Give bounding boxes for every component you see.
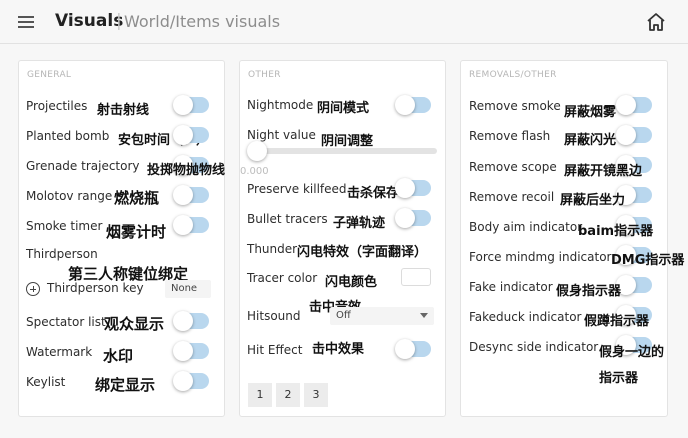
preserve-killfeed-label: Preserve killfeed (247, 182, 347, 196)
watermark-toggle[interactable] (173, 341, 209, 361)
thirdperson-key-label: Thirdperson key (47, 281, 144, 295)
keylist-label: Keylist (26, 375, 66, 389)
fake-indicator-note: 假身指示器 (556, 284, 622, 299)
fake-indicator-label: Fake indicator (469, 280, 553, 294)
smoke-timer-toggle[interactable] (173, 215, 209, 235)
desync-side-indicator-note-2: 指示器 (599, 371, 639, 386)
hitsound-label: Hitsound (247, 309, 301, 323)
page-subtitle: World/Items visuals (124, 12, 281, 31)
hit-effect-toggle[interactable] (395, 339, 431, 359)
spectator-list-toggle[interactable] (173, 311, 209, 331)
removals-panel-header: REMOVALS/OTHER (469, 70, 557, 80)
page-button-2[interactable]: 2 (276, 383, 300, 407)
remove-recoil-note: 屏蔽后坐力 (560, 193, 626, 208)
molotov-range-note: 燃烧瓶 (114, 189, 160, 207)
keylist-toggle[interactable] (173, 371, 209, 391)
desync-side-indicator-label: Desync side indicator (469, 340, 599, 354)
molotov-range-label: Molotov range (26, 189, 113, 203)
remove-flash-toggle[interactable] (616, 125, 652, 145)
smoke-timer-note: 烟雾计时 (106, 223, 167, 241)
hamburger-icon[interactable] (18, 16, 34, 28)
bullet-tracers-toggle[interactable] (395, 208, 431, 228)
night-value-slider-handle[interactable] (247, 141, 267, 161)
fakeduck-indicator-note: 假蹲指示器 (584, 314, 650, 329)
watermark-note: 水印 (103, 347, 134, 365)
projectiles-toggle[interactable] (173, 95, 209, 115)
thirdperson-key-selector[interactable]: None (165, 280, 211, 298)
tracer-color-swatch[interactable] (401, 268, 431, 286)
chevron-down-icon (420, 313, 428, 318)
remove-flash-note: 屏蔽闪光 (564, 133, 617, 148)
thirdperson-key-value: None (171, 283, 198, 294)
title-separator: | (116, 11, 122, 31)
spectator-list-note: 观众显示 (104, 315, 165, 333)
hit-effect-label: Hit Effect (247, 343, 303, 357)
preserve-killfeed-toggle[interactable] (395, 178, 431, 198)
tracer-color-label: Tracer color (247, 271, 318, 285)
body-aim-indicator-note: baim指示器 (578, 224, 654, 239)
bullet-tracers-note: 子弹轨迹 (333, 216, 386, 231)
projectiles-note: 射击射线 (97, 103, 150, 118)
plus-circle-icon[interactable] (26, 282, 40, 296)
page-title: Visuals (55, 11, 124, 31)
remove-smoke-label: Remove smoke (469, 99, 561, 113)
remove-scope-label: Remove scope (469, 160, 557, 174)
tracer-color-note: 闪电颜色 (325, 275, 378, 290)
remove-recoil-label: Remove recoil (469, 190, 555, 204)
page-button-3[interactable]: 3 (304, 383, 328, 407)
desync-side-indicator-note: 假身一边的 (599, 345, 665, 360)
top-bar: Visuals | World/Items visuals (0, 0, 688, 44)
watermark-label: Watermark (26, 345, 93, 359)
grenade-trajectory-note: 投掷物抛物线 (147, 163, 226, 178)
other-panel-header: OTHER (248, 70, 281, 80)
keylist-note: 绑定显示 (95, 376, 156, 394)
page-button-1[interactable]: 1 (248, 383, 272, 407)
remove-scope-note: 屏蔽开镜黑边 (564, 164, 643, 179)
planted-bomb-toggle[interactable] (173, 125, 209, 145)
night-value-slider[interactable] (247, 148, 437, 154)
hit-effect-note: 击中效果 (312, 342, 365, 357)
force-mindmg-indicator-label: Force mindmg indicator (469, 250, 612, 264)
thunder-label: Thunder (247, 242, 298, 256)
remove-smoke-toggle[interactable] (616, 95, 652, 115)
molotov-range-toggle[interactable] (173, 185, 209, 205)
nightmode-toggle[interactable] (395, 95, 431, 115)
night-value-readout: 0.000 (240, 166, 269, 177)
body-aim-indicator-label: Body aim indicator (469, 220, 583, 234)
thunder-note: 闪电特效（字面翻译） (297, 245, 428, 260)
force-mindmg-indicator-note: DMG指示器 (611, 253, 685, 268)
bullet-tracers-label: Bullet tracers (247, 212, 328, 226)
grenade-trajectory-label: Grenade trajectory (26, 159, 140, 173)
hitsound-value: Off (336, 310, 351, 321)
projectiles-label: Projectiles (26, 99, 88, 113)
fakeduck-indicator-label: Fakeduck indicator (469, 310, 582, 324)
night-value-note: 阴间调整 (321, 134, 374, 149)
hitsound-dropdown[interactable]: Off (330, 307, 434, 325)
fake-indicator-toggle[interactable] (616, 275, 652, 295)
nightmode-note: 阴间模式 (317, 101, 370, 116)
nightmode-label: Nightmode (247, 98, 314, 112)
thirdperson-label: Thirdperson (26, 247, 98, 261)
smoke-timer-label: Smoke timer (26, 219, 103, 233)
remove-flash-label: Remove flash (469, 129, 551, 143)
preserve-killfeed-note: 击杀保存 (347, 186, 400, 201)
planted-bomb-label: Planted bomb (26, 129, 110, 143)
night-value-label: Night value (247, 128, 316, 142)
remove-smoke-note: 屏蔽烟雾 (564, 105, 617, 120)
general-panel-header: GENERAL (27, 70, 72, 80)
home-icon[interactable] (645, 12, 667, 32)
spectator-list-label: Spectator list (26, 315, 106, 329)
